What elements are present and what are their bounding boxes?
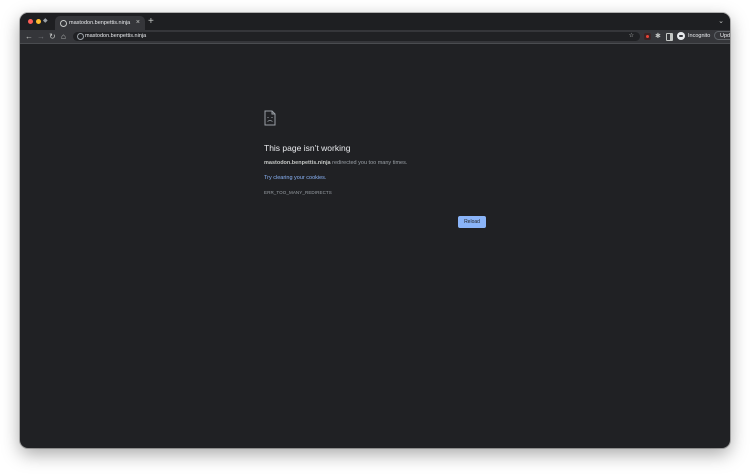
error-code: ERR_TOO_MANY_REDIRECTS (264, 190, 332, 195)
site-info-icon[interactable] (77, 33, 84, 40)
sad-page-icon (264, 110, 276, 126)
puzzle-icon[interactable]: ✱ (655, 30, 661, 43)
reload-icon[interactable]: ↻ (49, 30, 56, 43)
window-minimize-button[interactable] (36, 19, 41, 24)
tab-strip: ◆ mastodon.benpettis.ninja × + ⌄ (20, 13, 730, 30)
toolbar-divider (20, 43, 730, 44)
incognito-icon[interactable] (677, 32, 685, 40)
incognito-label[interactable]: Incognito (688, 30, 710, 43)
error-host: mastodon.benpettis.ninja (264, 160, 331, 166)
browser-window: ◆ mastodon.benpettis.ninja × + ⌄ ← → ↻ ⌂… (20, 13, 730, 448)
chevron-down-icon[interactable]: ⌄ (718, 16, 724, 28)
tab-active[interactable]: mastodon.benpettis.ninja × (55, 16, 145, 30)
arrow-left-icon[interactable]: ← (25, 30, 33, 43)
side-panel-icon[interactable] (666, 33, 673, 41)
reload-button[interactable]: Reload (458, 216, 486, 228)
toolbar: ← → ↻ ⌂ mastodon.benpettis.ninja ☆ ✱ Inc… (20, 30, 730, 43)
error-title: This page isn’t working (264, 143, 351, 153)
window-close-button[interactable] (28, 19, 33, 24)
home-icon[interactable]: ⌂ (61, 30, 66, 43)
update-button[interactable]: Update (714, 31, 730, 40)
suggestion-link[interactable]: Try clearing your cookies. (264, 175, 326, 181)
new-tab-button[interactable]: + (148, 15, 154, 29)
arrow-right-icon[interactable]: → (37, 30, 45, 43)
error-description: mastodon.benpettis.ninja redirected you … (264, 160, 407, 166)
shield-icon: ◆ (43, 18, 48, 24)
url-text[interactable]: mastodon.benpettis.ninja (85, 32, 146, 41)
globe-icon (60, 20, 67, 27)
extension-icon[interactable] (644, 33, 651, 40)
star-icon[interactable]: ☆ (629, 32, 634, 41)
tab-title: mastodon.benpettis.ninja (69, 20, 131, 26)
address-bar[interactable]: mastodon.benpettis.ninja ☆ (73, 32, 640, 41)
error-message: redirected you too many times. (332, 160, 408, 166)
tab-close-icon[interactable]: × (136, 17, 140, 29)
